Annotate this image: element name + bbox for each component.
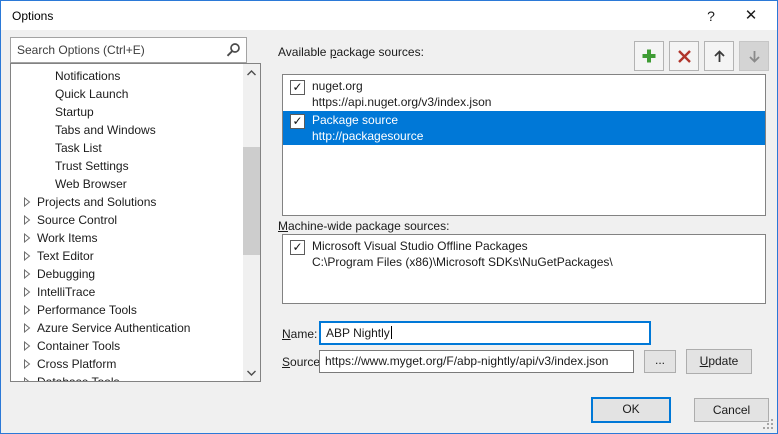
scroll-up-icon[interactable] [243, 64, 260, 81]
scrollbar-thumb[interactable] [243, 147, 260, 255]
move-up-button[interactable] [704, 41, 734, 71]
expand-chevron-icon[interactable] [23, 251, 33, 261]
move-down-arrow-icon [747, 49, 762, 64]
expand-chevron-icon[interactable] [23, 377, 33, 381]
expand-chevron-icon[interactable] [23, 269, 33, 279]
tree-item-label: Tabs and Windows [55, 121, 156, 139]
tree-item-text-editor[interactable]: Text Editor [11, 247, 243, 265]
source-url: http://packagesource [312, 128, 423, 144]
machine-wide-sources-label: Machine-wide package sources: [278, 219, 449, 233]
expand-chevron-icon[interactable] [23, 287, 33, 297]
tree-item-label: Debugging [37, 265, 95, 283]
help-icon[interactable]: ? [697, 5, 725, 27]
available-sources-label: Available package sources: [278, 45, 424, 59]
dialog-title: Options [12, 9, 53, 23]
search-box [10, 37, 247, 63]
tree-item-container-tools[interactable]: Container Tools [11, 337, 243, 355]
add-plus-icon [641, 48, 657, 64]
tree-item-label: Startup [55, 103, 94, 121]
expand-chevron-icon[interactable] [23, 305, 33, 315]
checkbox-checked-icon[interactable]: ✓ [290, 240, 305, 255]
tree-item-quick-launch[interactable]: Quick Launch [11, 85, 243, 103]
source-field[interactable]: https://www.myget.org/F/abp-nightly/api/… [319, 350, 634, 373]
remove-x-icon [677, 49, 692, 64]
tree-item-notifications[interactable]: Notifications [11, 67, 243, 85]
checkbox-checked-icon[interactable]: ✓ [290, 80, 305, 95]
tree-item-label: Database Tools [37, 373, 120, 381]
title-bar[interactable]: Options ? ✕ [1, 1, 777, 30]
checkbox-checked-icon[interactable]: ✓ [290, 114, 305, 129]
scroll-down-icon[interactable] [243, 364, 260, 381]
tree-item-task-list[interactable]: Task List [11, 139, 243, 157]
source-label: Source: [282, 355, 323, 369]
cancel-button[interactable]: Cancel [694, 398, 769, 422]
tree-item-label: Container Tools [37, 337, 120, 355]
name-field[interactable]: ABP Nightly [319, 321, 651, 345]
source-name: Microsoft Visual Studio Offline Packages [312, 238, 528, 254]
tree-item-web-browser[interactable]: Web Browser [11, 175, 243, 193]
tree-item-label: Notifications [55, 67, 120, 85]
move-up-arrow-icon [712, 49, 727, 64]
tree-item-label: Source Control [37, 211, 117, 229]
source-name: nuget.org [312, 78, 363, 94]
tree-item-label: Performance Tools [37, 301, 137, 319]
package-source-item-microsoft-visual-studio-offline-packages[interactable]: ✓ Microsoft Visual Studio Offline Package… [283, 237, 765, 271]
expand-chevron-icon[interactable] [23, 215, 33, 225]
name-label: Name: [282, 327, 317, 341]
close-icon[interactable]: ✕ [737, 5, 765, 27]
tree-item-cross-platform[interactable]: Cross Platform [11, 355, 243, 373]
source-url: https://api.nuget.org/v3/index.json [312, 94, 491, 110]
expand-chevron-icon[interactable] [23, 233, 33, 243]
tree-item-label: IntelliTrace [37, 283, 95, 301]
tree-item-trust-settings[interactable]: Trust Settings [11, 157, 243, 175]
move-down-button[interactable] [739, 41, 769, 71]
tree-scrollbar[interactable] [243, 64, 260, 381]
source-url: C:\Program Files (x86)\Microsoft SDKs\Nu… [312, 254, 613, 270]
tree-item-performance-tools[interactable]: Performance Tools [11, 301, 243, 319]
tree-item-work-items[interactable]: Work Items [11, 229, 243, 247]
tree-item-label: Trust Settings [55, 157, 129, 175]
options-dialog: Options ? ✕ NotificationsQuick LaunchSta… [0, 0, 778, 434]
remove-source-button[interactable] [669, 41, 699, 71]
available-sources-list: ✓ nuget.orghttps://api.nuget.org/v3/index… [282, 74, 766, 216]
tree-item-azure-service-authentication[interactable]: Azure Service Authentication [11, 319, 243, 337]
tree-item-intellitrace[interactable]: IntelliTrace [11, 283, 243, 301]
expand-chevron-icon[interactable] [23, 341, 33, 351]
package-source-item-package-source[interactable]: ✓ Package sourcehttp://packagesource [283, 111, 765, 145]
browse-button[interactable]: ... [644, 350, 676, 373]
tree-item-source-control[interactable]: Source Control [11, 211, 243, 229]
expand-chevron-icon[interactable] [23, 323, 33, 333]
package-source-item-nuget-org[interactable]: ✓ nuget.orghttps://api.nuget.org/v3/index… [283, 77, 765, 111]
tree-item-debugging[interactable]: Debugging [11, 265, 243, 283]
tree-item-label: Azure Service Authentication [37, 319, 190, 337]
expand-chevron-icon[interactable] [23, 197, 33, 207]
expand-chevron-icon[interactable] [23, 359, 33, 369]
machine-wide-sources-list: ✓ Microsoft Visual Studio Offline Package… [282, 234, 766, 304]
tree-item-label: Projects and Solutions [37, 193, 156, 211]
resize-grip[interactable] [763, 419, 774, 430]
dialog-frame: Options ? ✕ NotificationsQuick LaunchSta… [0, 0, 778, 434]
options-tree: NotificationsQuick LaunchStartupTabs and… [10, 63, 261, 382]
tree-item-projects-and-solutions[interactable]: Projects and Solutions [11, 193, 243, 211]
tree-rows: NotificationsQuick LaunchStartupTabs and… [11, 67, 243, 381]
tree-item-label: Cross Platform [37, 355, 116, 373]
tree-item-startup[interactable]: Startup [11, 103, 243, 121]
source-name: Package source [312, 112, 398, 128]
tree-item-tabs-and-windows[interactable]: Tabs and Windows [11, 121, 243, 139]
tree-item-label: Web Browser [55, 175, 127, 193]
ok-button[interactable]: OK [591, 397, 671, 423]
tree-item-database-tools[interactable]: Database Tools [11, 373, 243, 381]
text-caret [391, 326, 392, 339]
search-input[interactable] [10, 37, 247, 63]
tree-item-label: Task List [55, 139, 102, 157]
search-icon [225, 42, 241, 58]
update-button[interactable]: Update [686, 349, 752, 374]
add-source-button[interactable] [634, 41, 664, 71]
tree-item-label: Text Editor [37, 247, 94, 265]
tree-item-label: Work Items [37, 229, 97, 247]
tree-item-label: Quick Launch [55, 85, 128, 103]
